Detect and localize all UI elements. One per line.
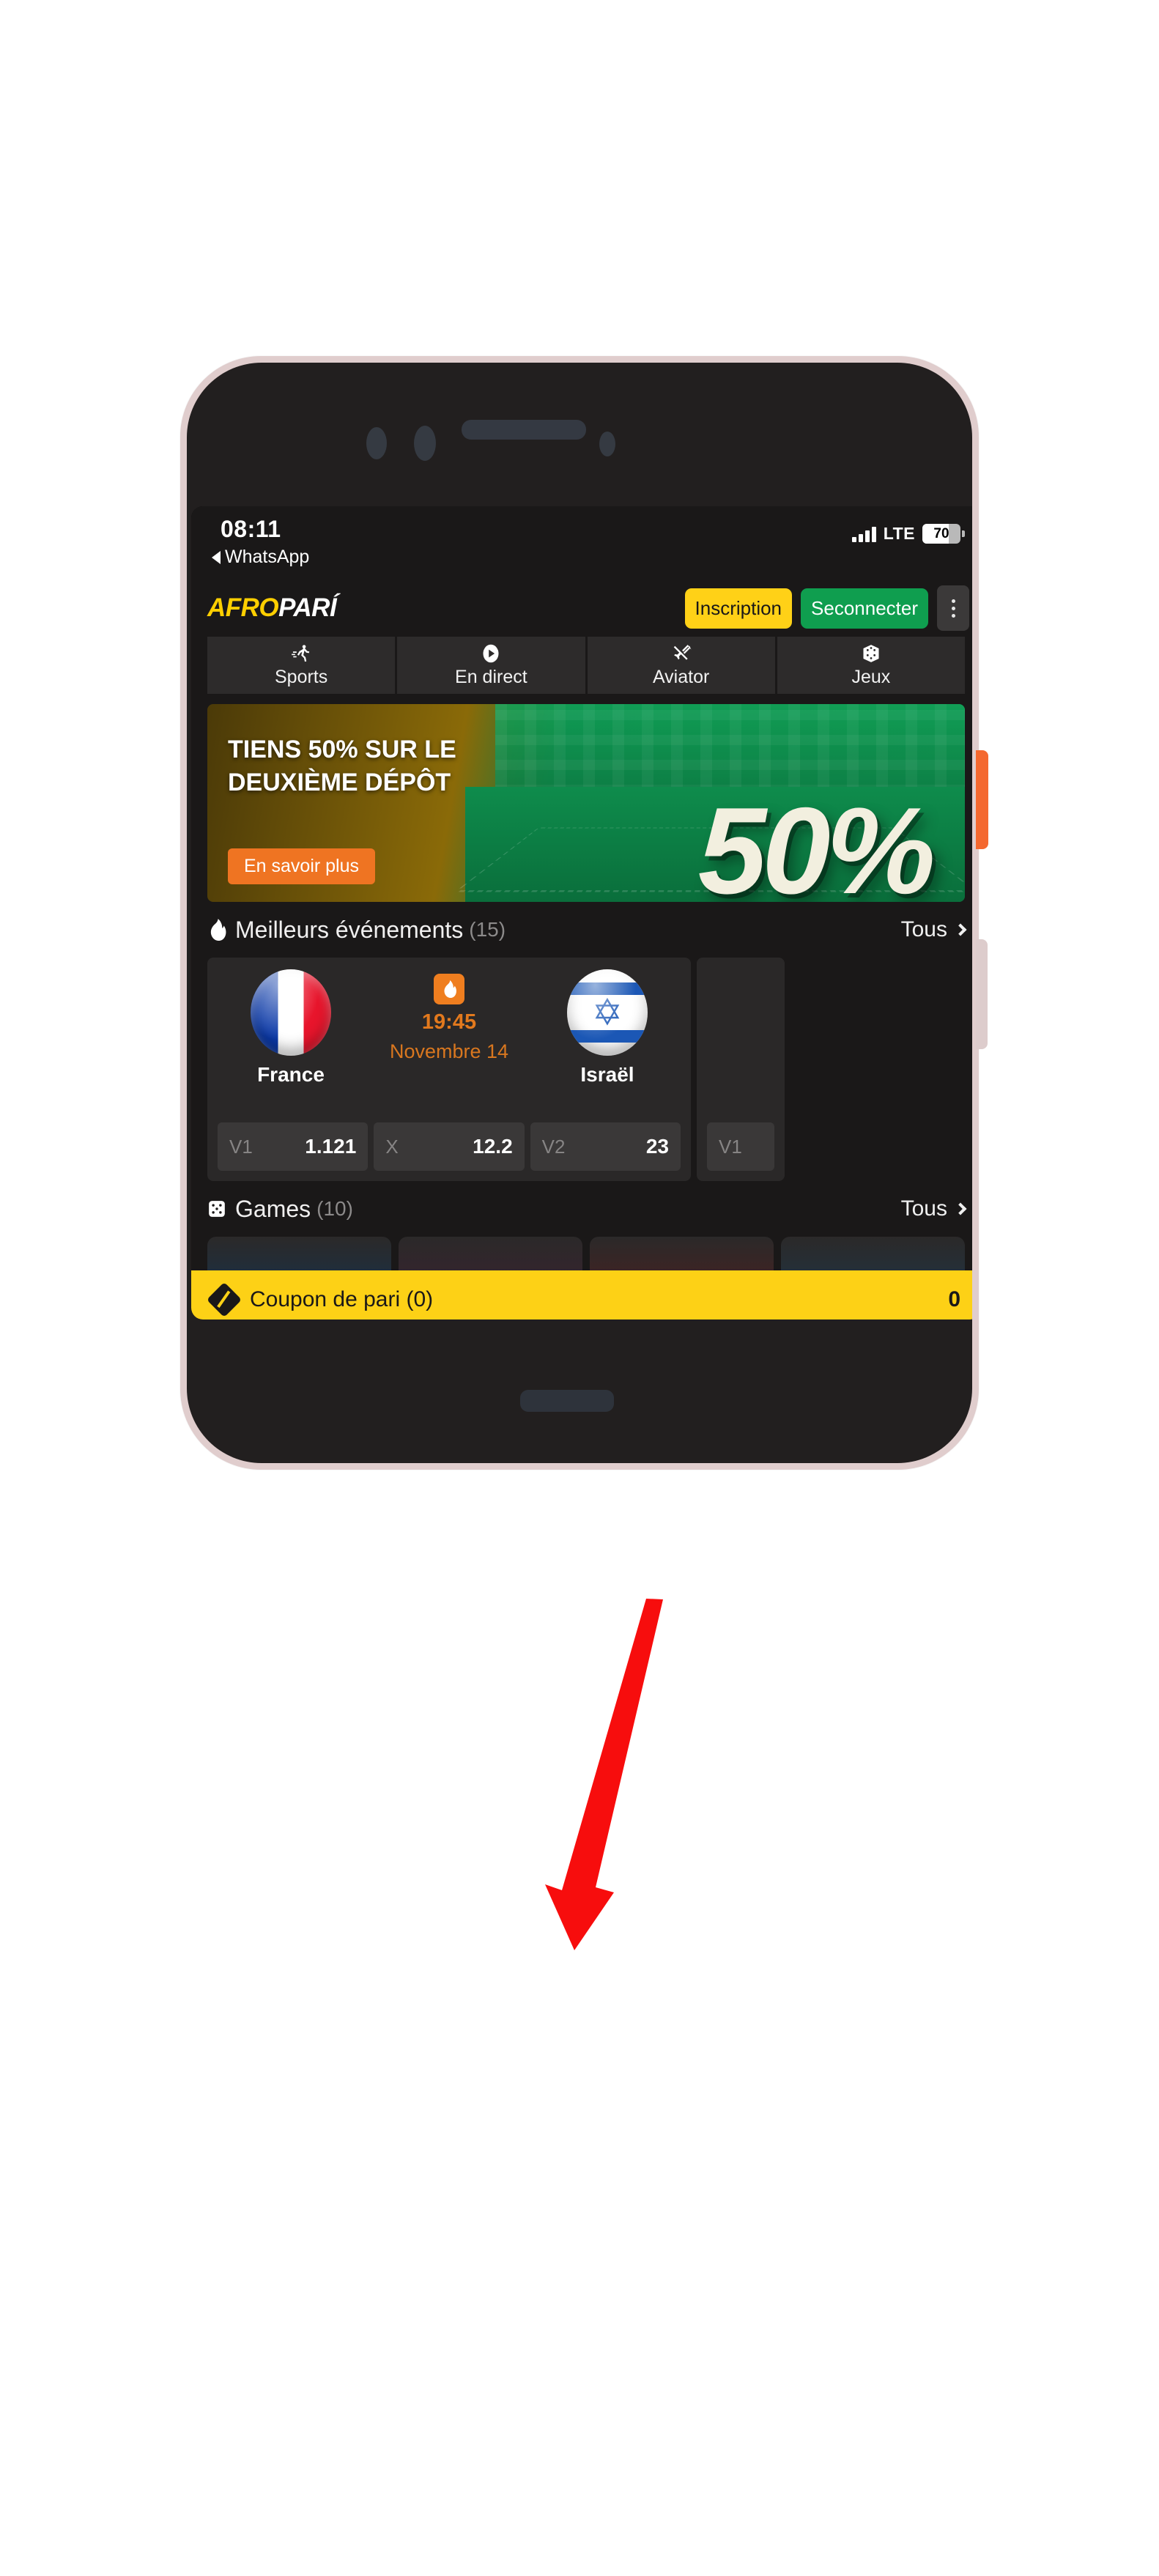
proximity-sensor-icon xyxy=(599,432,615,456)
back-to-app-link[interactable]: WhatsApp xyxy=(212,547,309,568)
main-nav-tabs: Sports En direct Aviator Jeux xyxy=(191,637,972,694)
promo-big-number: 50% xyxy=(697,782,936,902)
see-all-label: Tous xyxy=(900,917,947,941)
odd-button-away[interactable]: V2 23 xyxy=(530,1122,681,1171)
coupon-amount: 0 xyxy=(948,1287,960,1311)
bet-coupon-bar[interactable]: Coupon de pari (0) 0 xyxy=(191,1270,972,1320)
signal-bars-icon xyxy=(851,526,876,542)
back-triangle-icon xyxy=(212,550,221,564)
away-team: ✡ Israël xyxy=(534,969,681,1087)
match-card[interactable]: France 19:45 Novembre 14 ✡ Israël V1 1.1… xyxy=(207,958,691,1181)
flag-israel-icon: ✡ xyxy=(567,969,648,1056)
dice-icon xyxy=(861,643,881,665)
odd-button-home[interactable]: V1 xyxy=(707,1122,774,1171)
promo-cta-button[interactable]: En savoir plus xyxy=(228,848,376,884)
odd-key: V2 xyxy=(541,1135,566,1158)
nav-tab-label: Aviator xyxy=(652,667,710,687)
ios-status-bar: 08:11 WhatsApp LTE 70 xyxy=(191,506,972,580)
home-team: France xyxy=(218,969,364,1087)
match-time: 19:45 xyxy=(421,1010,477,1034)
flame-icon xyxy=(207,919,226,941)
nav-tab-live[interactable]: En direct xyxy=(397,637,585,694)
logo-text-second: PARÍ xyxy=(278,593,337,622)
promo-banner[interactable]: 50% TIENS 50% SUR LE DEUXIÈME DÉPÔT En s… xyxy=(207,704,965,902)
bet-slip-icon xyxy=(206,1281,242,1318)
site-header: AFROPARÍ Inscription Seconnecter xyxy=(191,580,972,637)
see-all-label: Tous xyxy=(900,1196,947,1221)
play-circle-icon xyxy=(481,643,501,665)
home-team-name: France xyxy=(257,1063,325,1086)
dice-icon xyxy=(207,1199,226,1218)
battery-percent-label: 70 xyxy=(933,525,949,541)
chevron-right-icon xyxy=(954,1202,967,1215)
chevron-right-icon xyxy=(954,923,967,936)
match-meta: 19:45 Novembre 14 xyxy=(364,969,534,1063)
register-button[interactable]: Inscription xyxy=(684,588,793,629)
coupon-label: Coupon de pari (0) xyxy=(250,1287,434,1311)
flame-icon xyxy=(434,974,464,1004)
match-card[interactable]: V1 xyxy=(697,958,785,1181)
earpiece-speaker-grille xyxy=(462,420,586,440)
section-title: Games xyxy=(235,1195,311,1222)
back-to-app-label: WhatsApp xyxy=(225,547,310,567)
game-tile[interactable] xyxy=(207,1237,391,1270)
game-tile[interactable] xyxy=(781,1237,965,1270)
game-tile[interactable] xyxy=(399,1237,582,1270)
games-see-all-link[interactable]: Tous xyxy=(900,1196,967,1221)
camera-lens-icon xyxy=(414,426,436,461)
bottom-speaker-grille xyxy=(520,1390,614,1412)
running-icon xyxy=(291,643,311,665)
phone-chassis: 08:11 WhatsApp LTE 70 AFROPARÍ Inscripti… xyxy=(187,363,972,1463)
match-date: Novembre 14 xyxy=(389,1040,509,1062)
games-carousel[interactable] xyxy=(191,1237,972,1270)
nav-tab-label: En direct xyxy=(455,667,527,687)
plane-crossed-icon xyxy=(671,643,692,665)
network-type-label: LTE xyxy=(883,524,915,543)
screenshot-stage: 08:11 WhatsApp LTE 70 AFROPARÍ Inscripti… xyxy=(0,0,1159,2576)
odd-value: 1.121 xyxy=(305,1135,357,1158)
status-indicators: LTE 70 xyxy=(851,524,965,544)
logo-text-first: AFRO xyxy=(207,593,279,622)
kebab-menu-icon[interactable] xyxy=(937,585,969,631)
odd-key: V1 xyxy=(719,1135,742,1158)
status-time: 08:11 xyxy=(221,516,281,542)
camera-lens-icon xyxy=(366,427,387,459)
phone-screen: 08:11 WhatsApp LTE 70 AFROPARÍ Inscripti… xyxy=(191,506,972,1320)
away-team-name: Israël xyxy=(580,1063,634,1086)
section-count: (15) xyxy=(469,918,506,941)
top-events-carousel[interactable]: France 19:45 Novembre 14 ✡ Israël V1 1.1… xyxy=(191,958,972,1181)
game-tile[interactable] xyxy=(590,1237,774,1270)
odd-value: 23 xyxy=(645,1135,669,1158)
nav-tab-label: Sports xyxy=(274,667,328,687)
nav-tab-label: Jeux xyxy=(851,667,891,687)
odds-row: V1 1.121 X 12.2 V2 23 xyxy=(218,1122,681,1171)
odd-key: V1 xyxy=(229,1135,253,1158)
nav-tab-aviator[interactable]: Aviator xyxy=(587,637,775,694)
phone-sensor-row xyxy=(187,417,972,468)
section-title: Meilleurs événements xyxy=(235,916,464,943)
login-button[interactable]: Seconnecter xyxy=(801,588,928,629)
phone-device: 08:11 WhatsApp LTE 70 AFROPARÍ Inscripti… xyxy=(180,356,979,1470)
games-section-header: Games (10) Tous xyxy=(191,1181,972,1237)
battery-icon: 70 xyxy=(922,524,965,544)
odd-button-home[interactable]: V1 1.121 xyxy=(218,1122,369,1171)
top-events-see-all-link[interactable]: Tous xyxy=(900,917,967,942)
volume-side-button[interactable] xyxy=(976,939,988,1049)
promo-title: TIENS 50% SUR LE DEUXIÈME DÉPÔT xyxy=(228,736,456,796)
power-side-button[interactable] xyxy=(976,750,988,849)
afropari-logo[interactable]: AFROPARÍ xyxy=(207,593,337,623)
nav-tab-sports[interactable]: Sports xyxy=(207,637,396,694)
section-count: (10) xyxy=(316,1197,353,1220)
nav-tab-games[interactable]: Jeux xyxy=(777,637,965,694)
top-events-section-header: Meilleurs événements (15) Tous xyxy=(191,902,972,958)
odd-button-draw[interactable]: X 12.2 xyxy=(374,1122,525,1171)
flag-france-icon xyxy=(251,969,331,1056)
odd-value: 12.2 xyxy=(473,1135,513,1158)
odd-key: X xyxy=(385,1135,399,1158)
